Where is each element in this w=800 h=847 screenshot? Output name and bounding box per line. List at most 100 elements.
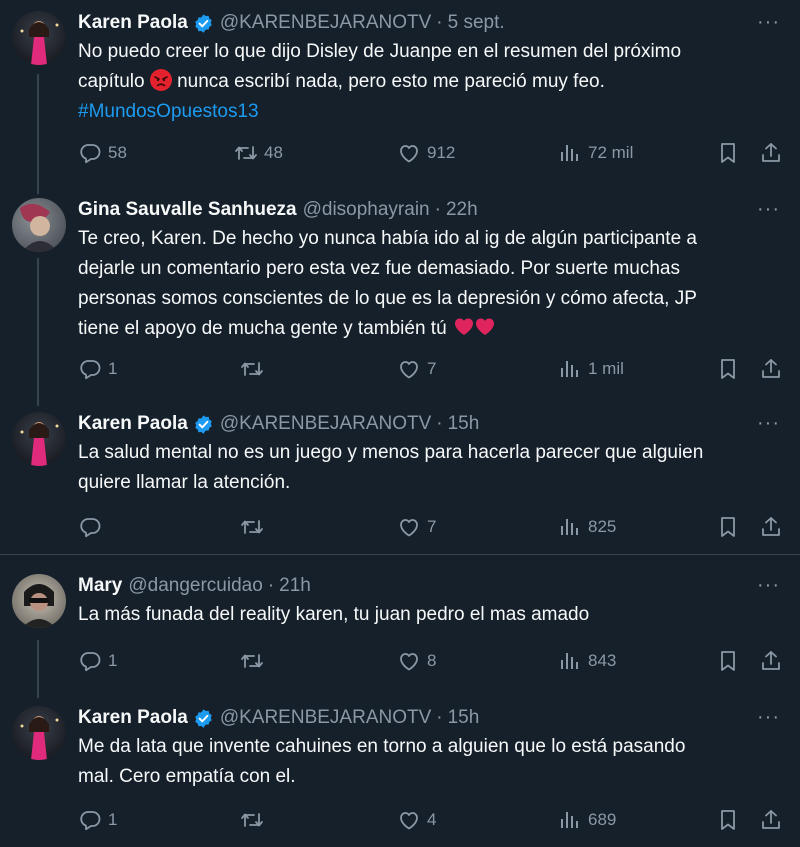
- like-count: 7: [427, 359, 437, 378]
- author-handle[interactable]: @dangercuidao: [128, 575, 262, 597]
- timestamp[interactable]: 15h: [448, 413, 480, 435]
- views-button[interactable]: 689: [558, 805, 616, 835]
- share-button[interactable]: [759, 805, 783, 835]
- reply-count: 1: [108, 651, 118, 670]
- more-icon[interactable]: ···: [757, 12, 780, 32]
- author-handle[interactable]: @disophayrain: [303, 199, 430, 221]
- more-icon[interactable]: ···: [757, 199, 780, 219]
- views-button[interactable]: 72 mil: [558, 138, 633, 168]
- reply-button[interactable]: 1: [78, 805, 117, 835]
- tweet-text: La más funada del reality karen, tu juan…: [78, 600, 788, 630]
- bookmark-icon: [716, 515, 740, 539]
- like-button[interactable]: 7: [397, 354, 436, 384]
- author-name[interactable]: Gina Sauvalle Sanhueza: [78, 199, 297, 221]
- verified-badge-icon: [193, 13, 214, 34]
- like-button[interactable]: 8: [397, 646, 436, 676]
- timestamp[interactable]: 22h: [446, 199, 478, 221]
- share-button[interactable]: [759, 646, 783, 676]
- tweet[interactable]: Mary @dangercuidao · 21h ··· La más funa…: [0, 574, 800, 684]
- retweet-button[interactable]: [240, 646, 270, 676]
- tweet[interactable]: Karen Paola @KARENBEJARANOTV · 15h ··· M…: [0, 706, 800, 847]
- retweet-button[interactable]: [240, 354, 270, 384]
- share-button[interactable]: [759, 512, 783, 542]
- share-button[interactable]: [759, 354, 783, 384]
- reply-icon: [78, 808, 102, 832]
- share-button[interactable]: [759, 138, 783, 168]
- tweet-text-line: Me da lata que invente cahuines en torno…: [78, 736, 686, 757]
- like-icon: [397, 649, 421, 673]
- avatar[interactable]: [12, 574, 66, 628]
- reply-count: 1: [108, 810, 118, 829]
- share-icon: [759, 515, 783, 539]
- avatar[interactable]: [12, 412, 66, 466]
- author-handle[interactable]: @KARENBEJARANOTV: [220, 413, 431, 435]
- tweet-text-line: La más funada del reality karen, tu juan…: [78, 604, 590, 625]
- bookmark-button[interactable]: [716, 138, 740, 168]
- author-name[interactable]: Karen Paola: [78, 707, 188, 729]
- reply-icon: [78, 515, 102, 539]
- more-icon[interactable]: ···: [757, 707, 780, 727]
- bookmark-icon: [716, 808, 740, 832]
- author-handle[interactable]: @KARENBEJARANOTV: [220, 707, 431, 729]
- like-count: 8: [427, 651, 437, 670]
- views-button[interactable]: 825: [558, 512, 616, 542]
- retweet-button[interactable]: 48: [234, 138, 283, 168]
- bookmark-button[interactable]: [716, 354, 740, 384]
- author-name[interactable]: Mary: [78, 575, 122, 597]
- reply-button[interactable]: 58: [78, 138, 127, 168]
- red-heart-icon: [473, 314, 497, 338]
- retweet-button[interactable]: [240, 805, 270, 835]
- verified-badge-icon: [193, 414, 214, 435]
- retweet-icon: [240, 808, 264, 832]
- timestamp[interactable]: 21h: [279, 575, 311, 597]
- author-handle[interactable]: @KARENBEJARANOTV: [220, 12, 431, 34]
- separator: ·: [434, 199, 441, 220]
- like-button[interactable]: 4: [397, 805, 436, 835]
- hashtag-link[interactable]: #MundosOpuestos13: [78, 97, 788, 127]
- avatar[interactable]: [12, 198, 66, 252]
- bookmark-icon: [716, 357, 740, 381]
- views-button[interactable]: 843: [558, 646, 616, 676]
- more-icon[interactable]: ···: [757, 413, 780, 433]
- retweet-button[interactable]: [240, 512, 270, 542]
- author-name[interactable]: Karen Paola: [78, 12, 188, 34]
- views-count: 689: [588, 810, 617, 829]
- views-icon: [558, 649, 582, 673]
- avatar[interactable]: [12, 11, 66, 65]
- like-icon: [397, 515, 421, 539]
- retweet-icon: [240, 649, 264, 673]
- like-button[interactable]: 912: [397, 138, 455, 168]
- tweet-text-line: tiene el apoyo de mucha gente y también …: [78, 314, 788, 344]
- retweet-icon: [240, 515, 264, 539]
- verified-badge-icon: [193, 708, 214, 729]
- tweet[interactable]: Karen Paola @KARENBEJARANOTV · 15h ··· L…: [0, 412, 800, 542]
- tweet[interactable]: Karen Paola @KARENBEJARANOTV · 5 sept. ·…: [0, 11, 800, 186]
- like-icon: [397, 808, 421, 832]
- retweet-count: 48: [264, 143, 283, 162]
- reply-icon: [78, 649, 102, 673]
- timestamp[interactable]: 5 sept.: [448, 12, 505, 34]
- reply-button[interactable]: 1: [78, 646, 117, 676]
- like-button[interactable]: 7: [397, 512, 436, 542]
- tweet-text: No puedo creer lo que dijo Disley de Jua…: [78, 37, 788, 127]
- share-icon: [759, 808, 783, 832]
- bookmark-button[interactable]: [716, 805, 740, 835]
- views-icon: [558, 808, 582, 832]
- bookmark-button[interactable]: [716, 646, 740, 676]
- like-count: 7: [427, 517, 437, 536]
- tweet[interactable]: Gina Sauvalle Sanhueza @disophayrain · 2…: [0, 198, 800, 388]
- separator: ·: [267, 575, 275, 596]
- author-name[interactable]: Karen Paola: [78, 413, 188, 435]
- reply-button[interactable]: 1: [78, 354, 117, 384]
- more-icon[interactable]: ···: [757, 575, 780, 595]
- tweet-text-fragment: capítulo: [78, 71, 145, 92]
- separator: ·: [436, 413, 443, 434]
- tweet-text: Te creo, Karen. De hecho yo nunca había …: [78, 224, 788, 344]
- avatar[interactable]: [12, 706, 66, 760]
- views-button[interactable]: 1 mil: [558, 354, 624, 384]
- timestamp[interactable]: 15h: [448, 707, 480, 729]
- views-count: 825: [588, 517, 617, 536]
- reply-button[interactable]: [78, 512, 108, 542]
- reply-icon: [78, 141, 102, 165]
- bookmark-button[interactable]: [716, 512, 740, 542]
